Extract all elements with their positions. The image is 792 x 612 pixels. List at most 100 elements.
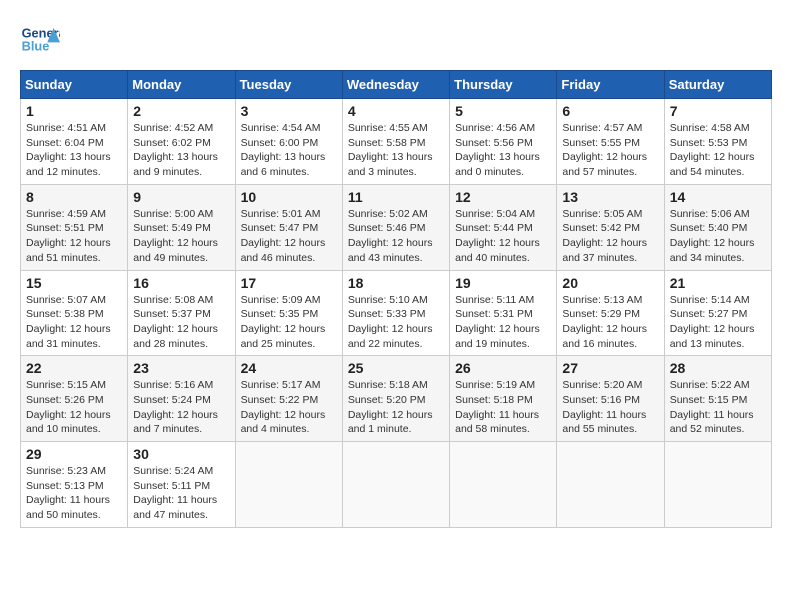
day-info: Sunrise: 5:24 AMSunset: 5:11 PMDaylight:… xyxy=(133,464,229,523)
header-cell-monday: Monday xyxy=(128,71,235,99)
calendar-cell: 15 Sunrise: 5:07 AMSunset: 5:38 PMDayligh… xyxy=(21,270,128,356)
day-info: Sunrise: 5:00 AMSunset: 5:49 PMDaylight:… xyxy=(133,207,229,266)
calendar-cell: 4 Sunrise: 4:55 AMSunset: 5:58 PMDaylight… xyxy=(342,99,449,185)
calendar-cell: 13 Sunrise: 5:05 AMSunset: 5:42 PMDayligh… xyxy=(557,184,664,270)
calendar-cell: 1 Sunrise: 4:51 AMSunset: 6:04 PMDaylight… xyxy=(21,99,128,185)
day-number: 12 xyxy=(455,189,551,205)
day-info: Sunrise: 4:51 AMSunset: 6:04 PMDaylight:… xyxy=(26,121,122,180)
calendar-cell: 19 Sunrise: 5:11 AMSunset: 5:31 PMDayligh… xyxy=(450,270,557,356)
calendar-cell: 2 Sunrise: 4:52 AMSunset: 6:02 PMDaylight… xyxy=(128,99,235,185)
day-info: Sunrise: 4:52 AMSunset: 6:02 PMDaylight:… xyxy=(133,121,229,180)
day-number: 15 xyxy=(26,275,122,291)
day-info: Sunrise: 5:11 AMSunset: 5:31 PMDaylight:… xyxy=(455,293,551,352)
calendar-cell: 30 Sunrise: 5:24 AMSunset: 5:11 PMDayligh… xyxy=(128,442,235,528)
calendar-cell: 12 Sunrise: 5:04 AMSunset: 5:44 PMDayligh… xyxy=(450,184,557,270)
day-info: Sunrise: 5:15 AMSunset: 5:26 PMDaylight:… xyxy=(26,378,122,437)
calendar-cell: 8 Sunrise: 4:59 AMSunset: 5:51 PMDaylight… xyxy=(21,184,128,270)
calendar-cell: 11Sunrise: 5:02 AMSunset: 5:46 PMDayligh… xyxy=(342,184,449,270)
calendar-cell: 10Sunrise: 5:01 AMSunset: 5:47 PMDayligh… xyxy=(235,184,342,270)
day-number: 13 xyxy=(562,189,658,205)
calendar-cell xyxy=(342,442,449,528)
day-info: Sunrise: 5:22 AMSunset: 5:15 PMDaylight:… xyxy=(670,378,766,437)
calendar-cell: 27 Sunrise: 5:20 AMSunset: 5:16 PMDayligh… xyxy=(557,356,664,442)
page-header: General Blue xyxy=(20,20,772,60)
day-number: 1 xyxy=(26,103,122,119)
day-info: Sunrise: 5:23 AMSunset: 5:13 PMDaylight:… xyxy=(26,464,122,523)
calendar-cell: 28Sunrise: 5:22 AMSunset: 5:15 PMDayligh… xyxy=(664,356,771,442)
day-number: 23 xyxy=(133,360,229,376)
calendar-cell: 3Sunrise: 4:54 AMSunset: 6:00 PMDaylight… xyxy=(235,99,342,185)
svg-text:Blue: Blue xyxy=(22,38,50,53)
calendar-cell: 23 Sunrise: 5:16 AMSunset: 5:24 PMDayligh… xyxy=(128,356,235,442)
day-info: Sunrise: 5:16 AMSunset: 5:24 PMDaylight:… xyxy=(133,378,229,437)
day-info: Sunrise: 4:58 AMSunset: 5:53 PMDaylight:… xyxy=(670,121,766,180)
logo: General Blue xyxy=(20,20,66,60)
calendar-week-5: 29 Sunrise: 5:23 AMSunset: 5:13 PMDayligh… xyxy=(21,442,772,528)
header-cell-tuesday: Tuesday xyxy=(235,71,342,99)
header-row: SundayMondayTuesdayWednesdayThursdayFrid… xyxy=(21,71,772,99)
calendar-cell: 22 Sunrise: 5:15 AMSunset: 5:26 PMDayligh… xyxy=(21,356,128,442)
logo-icon: General Blue xyxy=(20,20,60,60)
day-info: Sunrise: 4:54 AMSunset: 6:00 PMDaylight:… xyxy=(241,121,337,180)
header-cell-wednesday: Wednesday xyxy=(342,71,449,99)
day-number: 18 xyxy=(348,275,444,291)
day-number: 30 xyxy=(133,446,229,462)
calendar-cell: 29 Sunrise: 5:23 AMSunset: 5:13 PMDayligh… xyxy=(21,442,128,528)
day-info: Sunrise: 5:18 AMSunset: 5:20 PMDaylight:… xyxy=(348,378,444,437)
day-number: 11 xyxy=(348,189,444,205)
calendar-week-4: 22 Sunrise: 5:15 AMSunset: 5:26 PMDayligh… xyxy=(21,356,772,442)
day-number: 5 xyxy=(455,103,551,119)
day-number: 16 xyxy=(133,275,229,291)
day-info: Sunrise: 5:20 AMSunset: 5:16 PMDaylight:… xyxy=(562,378,658,437)
day-info: Sunrise: 5:08 AMSunset: 5:37 PMDaylight:… xyxy=(133,293,229,352)
day-number: 19 xyxy=(455,275,551,291)
day-number: 25 xyxy=(348,360,444,376)
day-info: Sunrise: 5:09 AMSunset: 5:35 PMDaylight:… xyxy=(241,293,337,352)
day-number: 9 xyxy=(133,189,229,205)
day-number: 17 xyxy=(241,275,337,291)
day-number: 2 xyxy=(133,103,229,119)
day-number: 8 xyxy=(26,189,122,205)
day-info: Sunrise: 5:06 AMSunset: 5:40 PMDaylight:… xyxy=(670,207,766,266)
day-info: Sunrise: 5:07 AMSunset: 5:38 PMDaylight:… xyxy=(26,293,122,352)
calendar-week-2: 8 Sunrise: 4:59 AMSunset: 5:51 PMDaylight… xyxy=(21,184,772,270)
day-number: 29 xyxy=(26,446,122,462)
day-number: 6 xyxy=(562,103,658,119)
calendar-cell: 20Sunrise: 5:13 AMSunset: 5:29 PMDayligh… xyxy=(557,270,664,356)
day-number: 21 xyxy=(670,275,766,291)
calendar-cell xyxy=(450,442,557,528)
calendar-cell: 5 Sunrise: 4:56 AMSunset: 5:56 PMDaylight… xyxy=(450,99,557,185)
calendar-week-1: 1 Sunrise: 4:51 AMSunset: 6:04 PMDaylight… xyxy=(21,99,772,185)
day-number: 26 xyxy=(455,360,551,376)
calendar-cell: 24Sunrise: 5:17 AMSunset: 5:22 PMDayligh… xyxy=(235,356,342,442)
calendar-header: SundayMondayTuesdayWednesdayThursdayFrid… xyxy=(21,71,772,99)
header-cell-sunday: Sunday xyxy=(21,71,128,99)
day-number: 27 xyxy=(562,360,658,376)
calendar-cell: 7 Sunrise: 4:58 AMSunset: 5:53 PMDaylight… xyxy=(664,99,771,185)
day-info: Sunrise: 5:04 AMSunset: 5:44 PMDaylight:… xyxy=(455,207,551,266)
day-number: 4 xyxy=(348,103,444,119)
day-number: 20 xyxy=(562,275,658,291)
day-info: Sunrise: 4:56 AMSunset: 5:56 PMDaylight:… xyxy=(455,121,551,180)
day-info: Sunrise: 4:59 AMSunset: 5:51 PMDaylight:… xyxy=(26,207,122,266)
header-cell-friday: Friday xyxy=(557,71,664,99)
calendar-cell: 18 Sunrise: 5:10 AMSunset: 5:33 PMDayligh… xyxy=(342,270,449,356)
calendar-cell: 26Sunrise: 5:19 AMSunset: 5:18 PMDayligh… xyxy=(450,356,557,442)
day-number: 24 xyxy=(241,360,337,376)
day-info: Sunrise: 4:57 AMSunset: 5:55 PMDaylight:… xyxy=(562,121,658,180)
day-number: 14 xyxy=(670,189,766,205)
calendar-cell: 21 Sunrise: 5:14 AMSunset: 5:27 PMDayligh… xyxy=(664,270,771,356)
day-number: 7 xyxy=(670,103,766,119)
day-info: Sunrise: 5:05 AMSunset: 5:42 PMDaylight:… xyxy=(562,207,658,266)
day-number: 22 xyxy=(26,360,122,376)
calendar-cell xyxy=(235,442,342,528)
day-info: Sunrise: 4:55 AMSunset: 5:58 PMDaylight:… xyxy=(348,121,444,180)
calendar-table: SundayMondayTuesdayWednesdayThursdayFrid… xyxy=(20,70,772,528)
calendar-cell: 9 Sunrise: 5:00 AMSunset: 5:49 PMDaylight… xyxy=(128,184,235,270)
day-info: Sunrise: 5:14 AMSunset: 5:27 PMDaylight:… xyxy=(670,293,766,352)
calendar-body: 1 Sunrise: 4:51 AMSunset: 6:04 PMDaylight… xyxy=(21,99,772,528)
calendar-cell: 14 Sunrise: 5:06 AMSunset: 5:40 PMDayligh… xyxy=(664,184,771,270)
calendar-cell: 17 Sunrise: 5:09 AMSunset: 5:35 PMDayligh… xyxy=(235,270,342,356)
day-info: Sunrise: 5:10 AMSunset: 5:33 PMDaylight:… xyxy=(348,293,444,352)
calendar-cell xyxy=(664,442,771,528)
